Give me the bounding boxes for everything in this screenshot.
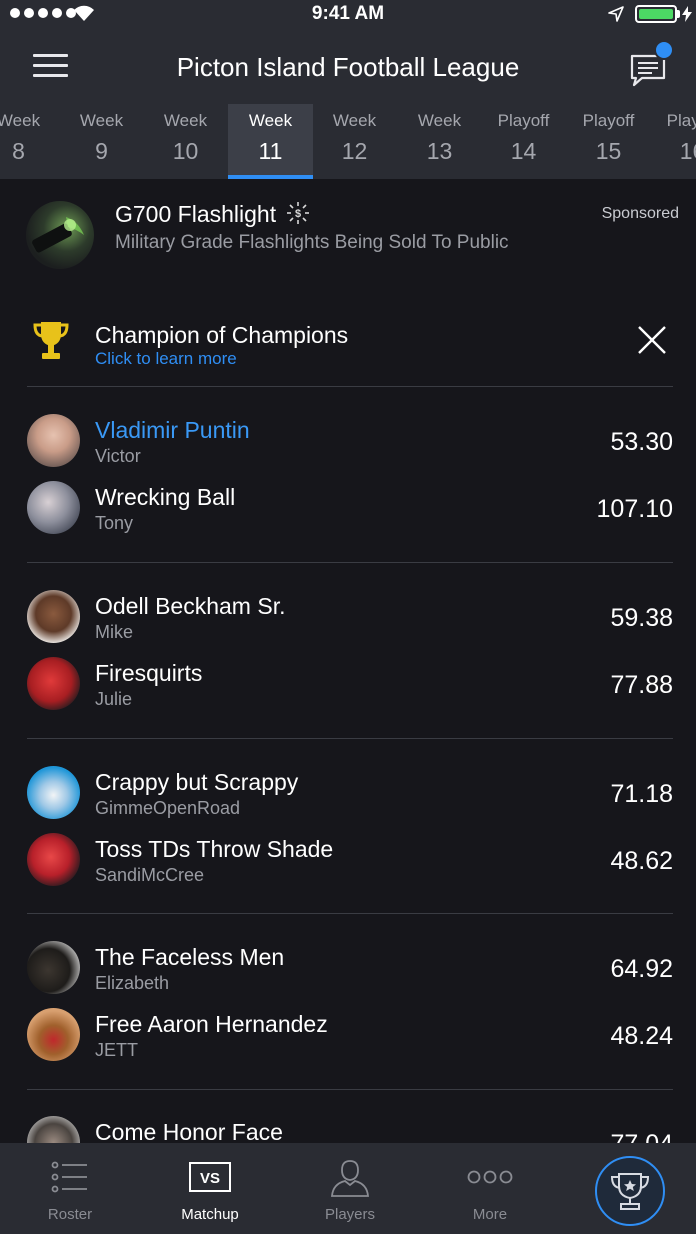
more-icon bbox=[467, 1170, 513, 1184]
battery-icon bbox=[635, 5, 677, 23]
team-row[interactable]: Free Aaron Hernandez JETT 48.24 bbox=[0, 1008, 696, 1068]
avatar bbox=[27, 481, 80, 534]
avatar bbox=[27, 766, 80, 819]
team-name: Toss TDs Throw Shade bbox=[95, 836, 334, 862]
tab-label: Matchup bbox=[181, 1206, 239, 1223]
divider bbox=[27, 562, 673, 563]
owner-name: Victor bbox=[95, 446, 141, 466]
ad-subtitle: Military Grade Flashlights Being Sold To… bbox=[115, 232, 509, 253]
week-tab-11[interactable]: Week 11 bbox=[228, 104, 313, 179]
week-tab-13[interactable]: Week 13 bbox=[397, 104, 482, 179]
owner-name: Julie bbox=[95, 689, 133, 709]
charging-bolt-icon bbox=[682, 6, 692, 22]
divider bbox=[27, 913, 673, 914]
team-name: Come Honor Face bbox=[95, 1119, 283, 1145]
team-row[interactable]: Vladimir Puntin Victor 53.30 bbox=[0, 414, 696, 474]
divider bbox=[27, 386, 673, 387]
tab-matchup[interactable]: VS Matchup bbox=[140, 1143, 280, 1234]
trophy-outline-icon bbox=[610, 1173, 650, 1210]
ad-image bbox=[26, 201, 94, 269]
avatar bbox=[27, 833, 80, 886]
team-score: 107.10 bbox=[596, 495, 673, 523]
team-row[interactable]: Crappy but Scrappy GimmeOpenRoad 71.18 bbox=[0, 766, 696, 826]
team-name: Firesquirts bbox=[95, 660, 203, 686]
sponsored-label: Sponsored bbox=[601, 205, 679, 222]
team-score: 77.88 bbox=[610, 671, 673, 699]
divider bbox=[27, 738, 673, 739]
ad-title: G700 Flashlight $ bbox=[115, 201, 310, 228]
team-score: 48.62 bbox=[610, 847, 673, 875]
team-row[interactable]: The Faceless Men Elizabeth 64.92 bbox=[0, 941, 696, 1001]
tab-label: Roster bbox=[47, 1206, 93, 1223]
team-name: Vladimir Puntin bbox=[95, 417, 250, 443]
close-banner-button[interactable] bbox=[636, 324, 668, 356]
team-name: Odell Beckham Sr. bbox=[95, 593, 286, 619]
tab-bar: Roster VS Matchup Players More bbox=[0, 1143, 696, 1234]
team-row[interactable]: Odell Beckham Sr. Mike 59.38 bbox=[0, 590, 696, 650]
team-row[interactable]: Firesquirts Julie 77.88 bbox=[0, 657, 696, 717]
owner-name: Mike bbox=[95, 622, 134, 642]
team-score: 53.30 bbox=[610, 428, 673, 456]
trophy-icon bbox=[33, 322, 69, 359]
tab-label: More bbox=[472, 1206, 508, 1223]
svg-text:$: $ bbox=[295, 208, 301, 220]
week-tab-8[interactable]: Week 8 bbox=[0, 104, 61, 179]
tab-players[interactable]: Players bbox=[280, 1143, 420, 1234]
person-icon bbox=[331, 1160, 369, 1197]
tab-more[interactable]: More bbox=[420, 1143, 560, 1234]
notification-badge bbox=[654, 40, 674, 60]
week-selector[interactable]: Week 8 Week 9 Week 10 Week 11 Week 12 Week 13 … bbox=[0, 104, 696, 179]
champion-banner[interactable]: Champion of Champions Click to learn mor… bbox=[0, 300, 696, 386]
team-row[interactable]: Wrecking Ball Tony 107.10 bbox=[0, 481, 696, 541]
playoff-tab-16[interactable]: Playoff16 bbox=[650, 104, 696, 179]
league-title: Picton Island Football League bbox=[176, 52, 520, 82]
avatar bbox=[27, 941, 80, 994]
list-icon bbox=[51, 1161, 87, 1193]
svg-text:VS: VS bbox=[200, 1170, 220, 1187]
avatar bbox=[27, 1008, 80, 1061]
sponsored-ad[interactable]: G700 Flashlight $ Military Grade Flashli… bbox=[0, 180, 696, 290]
owner-name: SandiMcCree bbox=[95, 865, 205, 885]
avatar bbox=[27, 590, 80, 643]
playoff-tab-15[interactable]: Playoff 15 bbox=[566, 104, 651, 179]
league-trophy-button[interactable] bbox=[595, 1156, 665, 1226]
tab-roster[interactable]: Roster bbox=[0, 1143, 140, 1234]
learn-more-link[interactable]: Click to learn more bbox=[95, 349, 237, 369]
team-score: 71.18 bbox=[610, 780, 673, 808]
week-tab-9[interactable]: Week 9 bbox=[59, 104, 144, 179]
team-name: Wrecking Ball bbox=[95, 484, 236, 510]
nav-bar: Picton Island Football League bbox=[0, 28, 696, 104]
week-tab-12[interactable]: Week 12 bbox=[312, 104, 397, 179]
week-tab-10[interactable]: Week 10 bbox=[143, 104, 228, 179]
team-name: Free Aaron Hernandez bbox=[95, 1011, 328, 1037]
owner-name: GimmeOpenRoad bbox=[95, 798, 241, 818]
close-icon bbox=[638, 326, 666, 354]
vs-icon: VS bbox=[189, 1162, 231, 1192]
owner-name: Elizabeth bbox=[95, 973, 170, 993]
team-score: 64.92 bbox=[610, 955, 673, 983]
banner-title: Champion of Champions bbox=[95, 322, 349, 348]
status-bar: 9:41 AM bbox=[0, 0, 696, 28]
avatar bbox=[27, 414, 80, 467]
divider bbox=[27, 1089, 673, 1090]
team-row[interactable]: Toss TDs Throw Shade SandiMcCree 48.62 bbox=[0, 833, 696, 893]
team-name: The Faceless Men bbox=[95, 944, 285, 970]
owner-name: Tony bbox=[95, 513, 134, 533]
clock: 9:41 AM bbox=[311, 3, 385, 24]
avatar bbox=[27, 657, 80, 710]
sponsored-badge-icon: $ bbox=[287, 202, 310, 224]
team-score: 48.24 bbox=[610, 1022, 673, 1050]
playoff-tab-14[interactable]: Playoff 14 bbox=[481, 104, 566, 179]
team-name: Crappy but Scrappy bbox=[95, 769, 299, 795]
team-score: 59.38 bbox=[610, 604, 673, 632]
owner-name: JETT bbox=[95, 1040, 138, 1060]
location-arrow-icon bbox=[608, 6, 624, 22]
tab-label: Players bbox=[324, 1206, 376, 1223]
